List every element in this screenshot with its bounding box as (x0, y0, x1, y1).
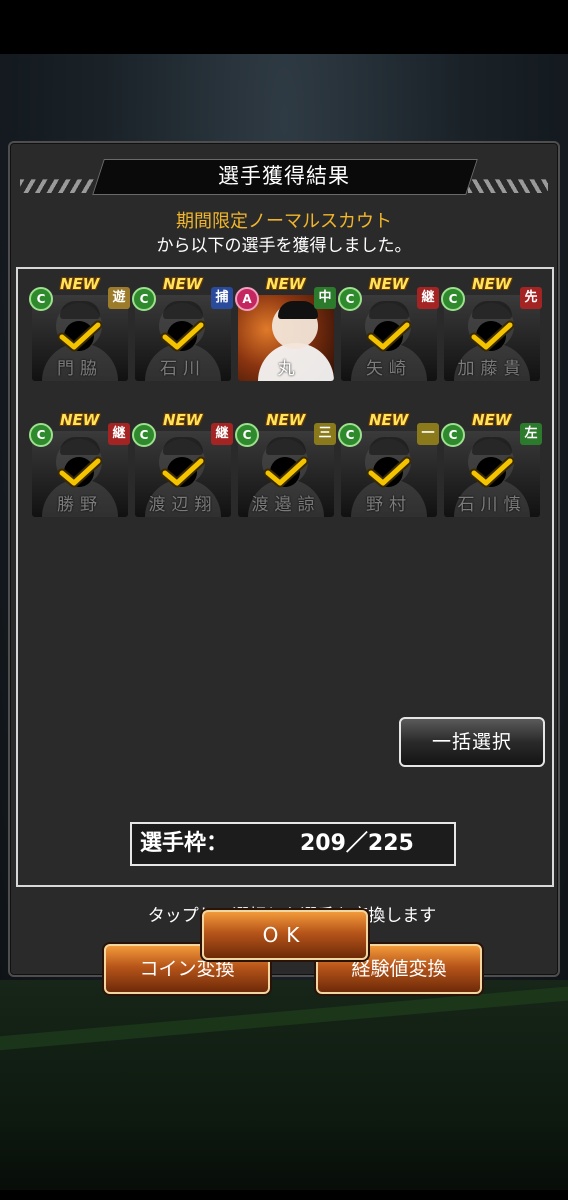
rank-badge: C (29, 423, 53, 447)
player-card[interactable]: 渡邉諒 C NEW 三 (235, 411, 336, 517)
player-name: 加藤貴 (457, 359, 527, 379)
player-list-panel: 門脇 C NEW 遊石川 C NEW 捕丸 A NEW 中矢崎 C NEW 継加藤貴 C NEW 先勝野 C NE… (16, 267, 554, 994)
checkmark-icon (367, 319, 411, 355)
new-badge: NEW (266, 275, 306, 293)
player-name: 石川慎 (457, 495, 527, 515)
player-cap (369, 301, 409, 319)
player-cap (163, 301, 203, 319)
position-badge: 三 (314, 423, 336, 445)
player-card[interactable]: 野村 C NEW 一 (338, 411, 439, 517)
player-name: 石川 (160, 359, 206, 379)
rank-badge: C (132, 287, 156, 311)
bottom-bar (0, 1190, 568, 1200)
player-card[interactable]: 加藤貴 C NEW 先 (441, 275, 542, 381)
position-badge: 左 (520, 423, 542, 445)
checkmark-icon (470, 455, 514, 491)
new-badge: NEW (60, 411, 100, 429)
player-name: 丸 (277, 359, 295, 379)
position-badge: 継 (108, 423, 130, 445)
player-cap (163, 437, 203, 455)
player-name: 勝野 (57, 495, 103, 515)
player-card[interactable]: 矢崎 C NEW 継 (338, 275, 439, 381)
player-slot-counter: 選手枠： 209／225 (130, 822, 456, 866)
position-badge: 一 (417, 423, 439, 445)
checkmark-icon (470, 319, 514, 355)
rank-badge: C (441, 423, 465, 447)
player-card[interactable]: 石川慎 C NEW 左 (441, 411, 542, 517)
status-bar (0, 0, 568, 54)
position-badge: 先 (520, 287, 542, 309)
player-card[interactable]: 渡辺翔 C NEW 継 (132, 411, 233, 517)
rank-badge: C (132, 423, 156, 447)
player-cap (369, 437, 409, 455)
player-cap (266, 437, 306, 455)
player-name: 門脇 (57, 359, 103, 379)
player-name: 渡邉諒 (251, 495, 321, 515)
player-cap (278, 301, 318, 319)
player-card[interactable]: 勝野 C NEW 継 (29, 411, 130, 517)
slot-label: 選手枠： (140, 831, 229, 856)
position-badge: 継 (211, 423, 233, 445)
dialog-title-bar: 選手獲得結果 (20, 159, 548, 195)
new-badge: NEW (163, 411, 203, 429)
player-card[interactable]: 丸 A NEW 中 (235, 275, 336, 381)
player-cap (472, 437, 512, 455)
position-badge: 遊 (108, 287, 130, 309)
dialog-title: 選手獲得結果 (218, 164, 350, 188)
checkmark-icon (367, 455, 411, 491)
rank-badge: C (29, 287, 53, 311)
bulk-select-button[interactable]: 一括選択 (399, 717, 545, 767)
new-badge: NEW (369, 275, 409, 293)
position-badge: 捕 (211, 287, 233, 309)
rank-badge: C (441, 287, 465, 311)
new-badge: NEW (472, 411, 512, 429)
rank-badge: A (235, 287, 259, 311)
checkmark-icon (58, 455, 102, 491)
player-cap (472, 301, 512, 319)
new-badge: NEW (266, 411, 306, 429)
rank-badge: C (235, 423, 259, 447)
player-name: 野村 (366, 495, 412, 515)
player-card[interactable]: 門脇 C NEW 遊 (29, 275, 130, 381)
new-badge: NEW (472, 275, 512, 293)
checkmark-icon (264, 455, 308, 491)
checkmark-icon (161, 319, 205, 355)
new-badge: NEW (60, 275, 100, 293)
slot-value: 209／225 (300, 831, 414, 856)
player-cap (60, 437, 100, 455)
acquisition-result-dialog: 選手獲得結果 期間限定ノーマルスカウト から以下の選手を獲得しました。 門脇 C N… (8, 141, 560, 994)
rank-badge: C (338, 287, 362, 311)
ok-button[interactable]: OK (202, 910, 368, 960)
player-name: 渡辺翔 (148, 495, 218, 515)
player-name: 矢崎 (366, 359, 412, 379)
new-badge: NEW (369, 411, 409, 429)
player-card[interactable]: 石川 C NEW 捕 (132, 275, 233, 381)
acquired-message: から以下の選手を獲得しました。 (156, 236, 412, 256)
rank-badge: C (338, 423, 362, 447)
scout-name: 期間限定ノーマルスカウト (176, 211, 392, 232)
player-cap (60, 301, 100, 319)
position-badge: 継 (417, 287, 439, 309)
checkmark-icon (58, 319, 102, 355)
new-badge: NEW (163, 275, 203, 293)
checkmark-icon (161, 455, 205, 491)
position-badge: 中 (314, 287, 336, 309)
